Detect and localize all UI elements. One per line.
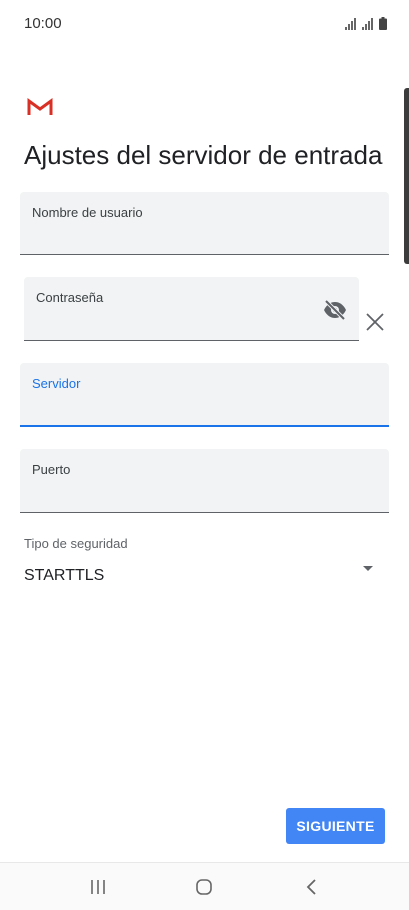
- security-type-label: Tipo de seguridad: [24, 536, 128, 551]
- server-label: Servidor: [32, 376, 81, 391]
- security-type-select[interactable]: STARTTLS: [24, 562, 385, 594]
- status-bar: 10:00: [0, 0, 409, 48]
- signal-icon: [362, 18, 373, 30]
- back-icon[interactable]: [302, 877, 322, 897]
- status-time: 10:00: [24, 15, 62, 32]
- password-label: Contraseña: [36, 290, 104, 305]
- username-label: Nombre de usuario: [32, 205, 143, 220]
- status-icons: [345, 16, 387, 30]
- port-label: Puerto: [32, 462, 71, 477]
- security-type-value: STARTTLS: [24, 567, 105, 584]
- port-field[interactable]: Puerto: [20, 449, 389, 513]
- page-title: Ajustes del servidor de entrada: [24, 140, 383, 170]
- home-icon[interactable]: [194, 877, 214, 897]
- eye-off-icon[interactable]: [323, 299, 347, 321]
- username-field[interactable]: Nombre de usuario: [20, 192, 389, 255]
- navigation-bar: [0, 862, 409, 910]
- scroll-indicator: [404, 88, 409, 264]
- gmail-logo-icon: [27, 98, 53, 115]
- recent-apps-icon[interactable]: [88, 877, 108, 897]
- close-icon[interactable]: [365, 312, 385, 332]
- server-field[interactable]: Servidor: [20, 363, 389, 427]
- dropdown-arrow-icon: [363, 566, 373, 571]
- battery-icon: [379, 17, 387, 30]
- signal-icon: [345, 18, 356, 30]
- password-field[interactable]: Contraseña: [24, 277, 359, 341]
- next-button[interactable]: SIGUIENTE: [286, 808, 385, 844]
